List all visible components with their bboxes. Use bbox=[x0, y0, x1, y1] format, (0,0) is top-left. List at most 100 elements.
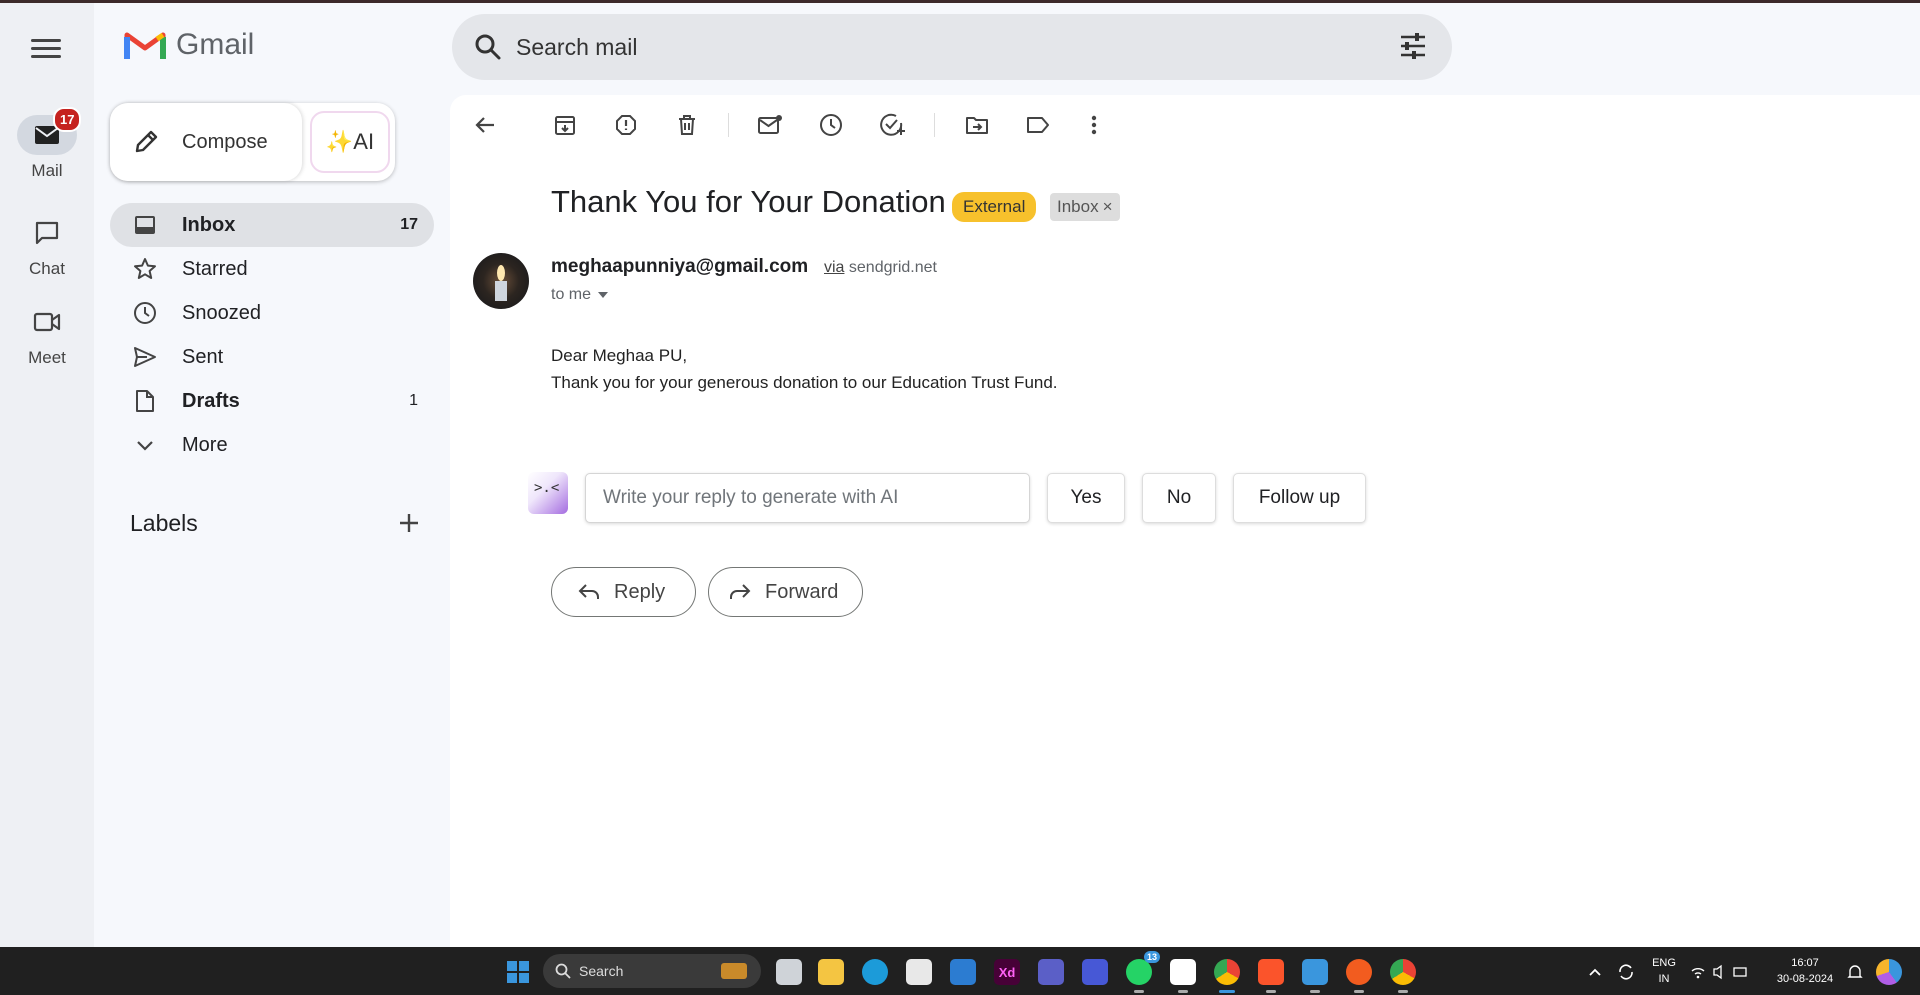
nav-item-starred[interactable]: Starred bbox=[110, 247, 434, 291]
label-icon[interactable] bbox=[1023, 110, 1053, 140]
back-arrow-icon[interactable] bbox=[470, 110, 500, 140]
ai-button[interactable]: ✨AI bbox=[310, 111, 390, 173]
nav-label-starred: Starred bbox=[182, 257, 248, 280]
clock-time: 16:07 bbox=[1791, 957, 1819, 969]
compose-button[interactable]: Compose bbox=[110, 103, 302, 181]
network-volume-battery-icon[interactable] bbox=[1690, 959, 1750, 985]
add-label-icon[interactable] bbox=[396, 510, 422, 541]
quick-reply-no[interactable]: No bbox=[1142, 473, 1216, 523]
reply-label: Reply bbox=[614, 580, 666, 603]
remove-label-icon[interactable]: × bbox=[1103, 197, 1113, 216]
reply-button[interactable]: Reply bbox=[551, 567, 696, 617]
nav-item-inbox[interactable]: Inbox 17 bbox=[110, 203, 434, 247]
notepad-icon[interactable] bbox=[1302, 959, 1328, 993]
quick-reply-follow-up[interactable]: Follow up bbox=[1233, 473, 1366, 523]
report-spam-icon[interactable] bbox=[611, 110, 641, 140]
search-options-icon[interactable] bbox=[1398, 31, 1428, 66]
mail-unread-badge: 17 bbox=[53, 107, 82, 132]
compose-label: Compose bbox=[182, 130, 268, 153]
reply-icon bbox=[578, 584, 599, 599]
clock-date: 30-08-2024 bbox=[1776, 973, 1834, 985]
search-bar[interactable] bbox=[452, 14, 1452, 80]
body-line: Dear Meghaa PU, bbox=[551, 346, 688, 365]
postman-icon[interactable] bbox=[1346, 959, 1372, 993]
forward-label: Forward bbox=[765, 580, 839, 603]
archive-icon[interactable] bbox=[550, 110, 580, 140]
nav-label-snoozed: Snoozed bbox=[182, 301, 261, 324]
labels-heading: Labels bbox=[130, 510, 198, 536]
teams-icon[interactable] bbox=[1038, 959, 1064, 985]
search-highlight-icon bbox=[721, 963, 747, 979]
app-title: Gmail bbox=[176, 28, 255, 61]
add-task-icon[interactable] bbox=[877, 110, 907, 140]
ai-reply-input[interactable] bbox=[585, 473, 1030, 523]
chevron-down-icon bbox=[132, 432, 158, 458]
send-icon bbox=[132, 344, 158, 370]
recipient-text: to me bbox=[551, 286, 592, 303]
via-domain: sendgrid.net bbox=[848, 259, 937, 276]
chrome-icon[interactable] bbox=[1214, 959, 1240, 993]
nav-item-snoozed[interactable]: Snoozed bbox=[110, 291, 434, 335]
via-info: via sendgrid.net bbox=[824, 259, 937, 277]
forward-icon bbox=[730, 584, 751, 599]
notifications-icon[interactable] bbox=[1842, 959, 1868, 985]
adobe-xd-icon[interactable]: Xd bbox=[994, 959, 1020, 985]
folder-nav: Inbox 17 Starred Snoozed Sent Drafts 1 M… bbox=[110, 203, 434, 467]
mail-app-icon[interactable] bbox=[950, 959, 976, 985]
taskbar-search[interactable]: Search bbox=[543, 954, 761, 988]
rail-item-mail[interactable]: 17 Mail bbox=[0, 107, 94, 181]
clock-icon bbox=[132, 300, 158, 326]
via-link[interactable]: via bbox=[824, 259, 844, 276]
move-to-icon[interactable] bbox=[962, 110, 992, 140]
delete-icon[interactable] bbox=[672, 110, 702, 140]
chrome-profile-icon[interactable] bbox=[1390, 959, 1416, 993]
draft-icon bbox=[132, 388, 158, 414]
compose-group: Compose ✨AI bbox=[110, 103, 395, 181]
clock[interactable]: 16:07 30-08-2024 bbox=[1770, 955, 1840, 987]
edge-browser-icon[interactable] bbox=[862, 959, 888, 985]
gmail-m-icon bbox=[124, 32, 166, 59]
nav-item-drafts[interactable]: Drafts 1 bbox=[110, 379, 434, 423]
show-hidden-icons-icon[interactable] bbox=[1582, 959, 1608, 985]
search-icon[interactable] bbox=[470, 29, 506, 65]
ai-assistant-logo: >.< bbox=[528, 472, 568, 514]
quick-reply-yes[interactable]: Yes bbox=[1047, 473, 1125, 523]
inbox-icon bbox=[132, 212, 158, 238]
brave-browser-icon[interactable] bbox=[1258, 959, 1284, 993]
slack-icon[interactable] bbox=[1170, 959, 1196, 993]
message-toolbar bbox=[450, 95, 1920, 153]
rail-item-chat[interactable]: Chat bbox=[0, 213, 94, 279]
sync-icon[interactable] bbox=[1613, 959, 1639, 985]
forward-button[interactable]: Forward bbox=[708, 567, 863, 617]
recipient-details[interactable]: to me bbox=[551, 286, 609, 304]
mark-unread-icon[interactable] bbox=[755, 110, 785, 140]
file-explorer-icon[interactable] bbox=[818, 959, 844, 985]
app-rail: 17 Mail Chat Meet bbox=[0, 3, 94, 947]
windows-start-icon[interactable] bbox=[505, 959, 531, 985]
copilot-icon[interactable] bbox=[1876, 959, 1902, 985]
inbox-label-text: Inbox bbox=[1057, 197, 1099, 216]
sender-email[interactable]: meghaapunniya@gmail.com bbox=[551, 256, 808, 278]
toolbar-divider bbox=[934, 113, 935, 137]
sender-avatar[interactable] bbox=[473, 253, 529, 309]
whatsapp-icon[interactable]: 13 bbox=[1126, 951, 1160, 993]
task-view-icon[interactable] bbox=[776, 959, 802, 985]
gmail-logo[interactable]: Gmail bbox=[124, 28, 254, 62]
language-indicator[interactable]: ENG IN bbox=[1650, 955, 1678, 987]
search-input[interactable] bbox=[516, 33, 1336, 61]
rail-label-chat: Chat bbox=[29, 259, 65, 278]
drafts-count: 1 bbox=[409, 392, 418, 409]
nav-item-more[interactable]: More bbox=[110, 423, 434, 467]
rail-label-mail: Mail bbox=[31, 161, 63, 180]
top-border bbox=[0, 0, 1920, 3]
main-menu-icon[interactable] bbox=[28, 35, 64, 63]
power-automate-icon[interactable] bbox=[1082, 959, 1108, 985]
language-line1: ENG bbox=[1652, 957, 1676, 969]
microsoft-store-icon[interactable] bbox=[906, 959, 932, 985]
nav-label-drafts: Drafts bbox=[182, 389, 240, 412]
snooze-icon[interactable] bbox=[816, 110, 846, 140]
rail-item-meet[interactable]: Meet bbox=[0, 302, 94, 368]
more-vert-icon[interactable] bbox=[1079, 110, 1109, 140]
language-line2: IN bbox=[1658, 973, 1670, 985]
nav-item-sent[interactable]: Sent bbox=[110, 335, 434, 379]
